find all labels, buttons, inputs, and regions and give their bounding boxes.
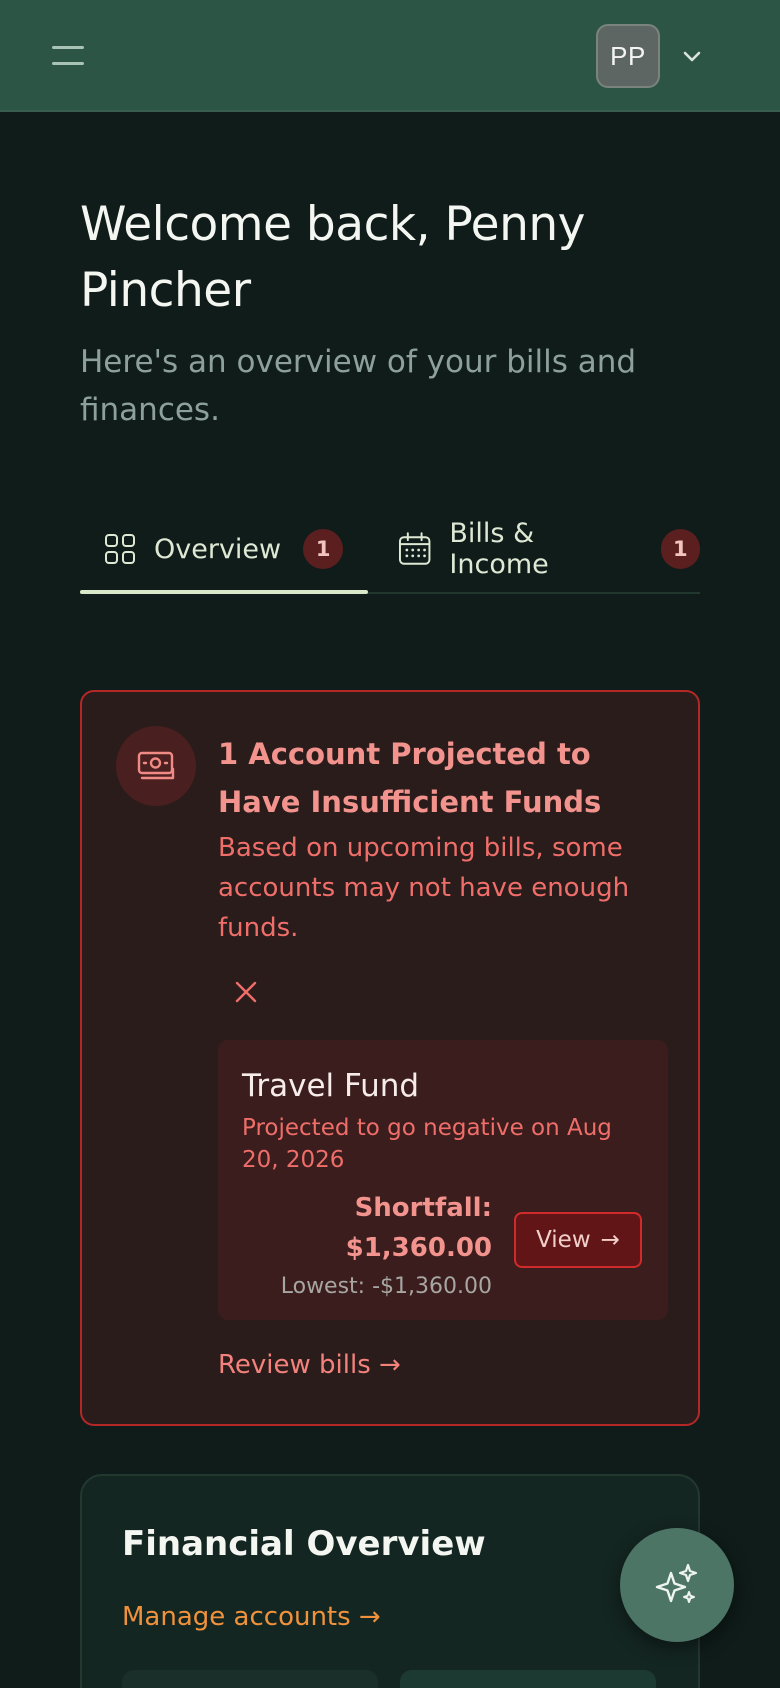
account-shortfall-card: Travel Fund Projected to go negative on … xyxy=(218,1040,668,1320)
tab-bills-income-label: Bills & Income xyxy=(449,518,549,580)
financial-overview-card: Financial Overview Manage accounts → xyxy=(80,1474,700,1688)
page-title: Welcome back, Penny Pincher xyxy=(80,197,585,318)
tab-bar: Overview 1 Bills & Income 1 xyxy=(80,504,700,596)
grid-icon xyxy=(105,534,135,564)
shortfall-amount: $1,360.00 xyxy=(345,1233,492,1263)
page-subtitle: Here's an overview of your bills and fin… xyxy=(80,344,637,428)
arrow-right-icon: → xyxy=(600,1227,620,1253)
tab-overview[interactable]: Overview 1 xyxy=(80,504,368,594)
tab-overview-label: Overview xyxy=(154,533,282,565)
alert-icon-badge xyxy=(116,726,196,806)
lowest-balance: Lowest: -$1,360.00 xyxy=(280,1274,492,1299)
chevron-down-icon[interactable] xyxy=(680,44,704,68)
tab-bills-income-badge: 1 xyxy=(660,529,700,569)
avatar[interactable]: PP xyxy=(596,24,660,88)
review-bills-link[interactable]: Review bills → xyxy=(218,1350,401,1380)
sparkles-icon xyxy=(655,1563,698,1603)
manage-accounts-link[interactable]: Manage accounts → xyxy=(122,1602,381,1632)
financial-overview-title: Financial Overview xyxy=(122,1524,486,1564)
alert-description: Based on upcoming bills, some accounts m… xyxy=(218,833,630,943)
top-bar: PP xyxy=(0,0,780,112)
menu-icon[interactable] xyxy=(44,36,92,76)
stat-tile xyxy=(400,1670,656,1688)
stat-tile xyxy=(122,1670,378,1688)
tab-overview-badge: 1 xyxy=(303,529,344,569)
view-button-label: View xyxy=(536,1227,591,1253)
alert-title: 1 Account Projected to Have Insufficient… xyxy=(218,737,602,819)
tab-bills-income[interactable]: Bills & Income 1 xyxy=(398,504,700,594)
account-projection: Projected to go negative on Aug 20, 2026 xyxy=(242,1115,612,1173)
ai-assistant-button[interactable] xyxy=(620,1528,734,1642)
calendar-icon xyxy=(398,532,431,565)
view-account-button[interactable]: View → xyxy=(514,1212,642,1268)
cash-icon xyxy=(137,751,175,780)
close-icon[interactable] xyxy=(230,976,262,1008)
insufficient-funds-alert: 1 Account Projected to Have Insufficient… xyxy=(80,690,700,1426)
shortfall-label: Shortfall: xyxy=(354,1193,492,1223)
account-name: Travel Fund xyxy=(242,1068,420,1104)
